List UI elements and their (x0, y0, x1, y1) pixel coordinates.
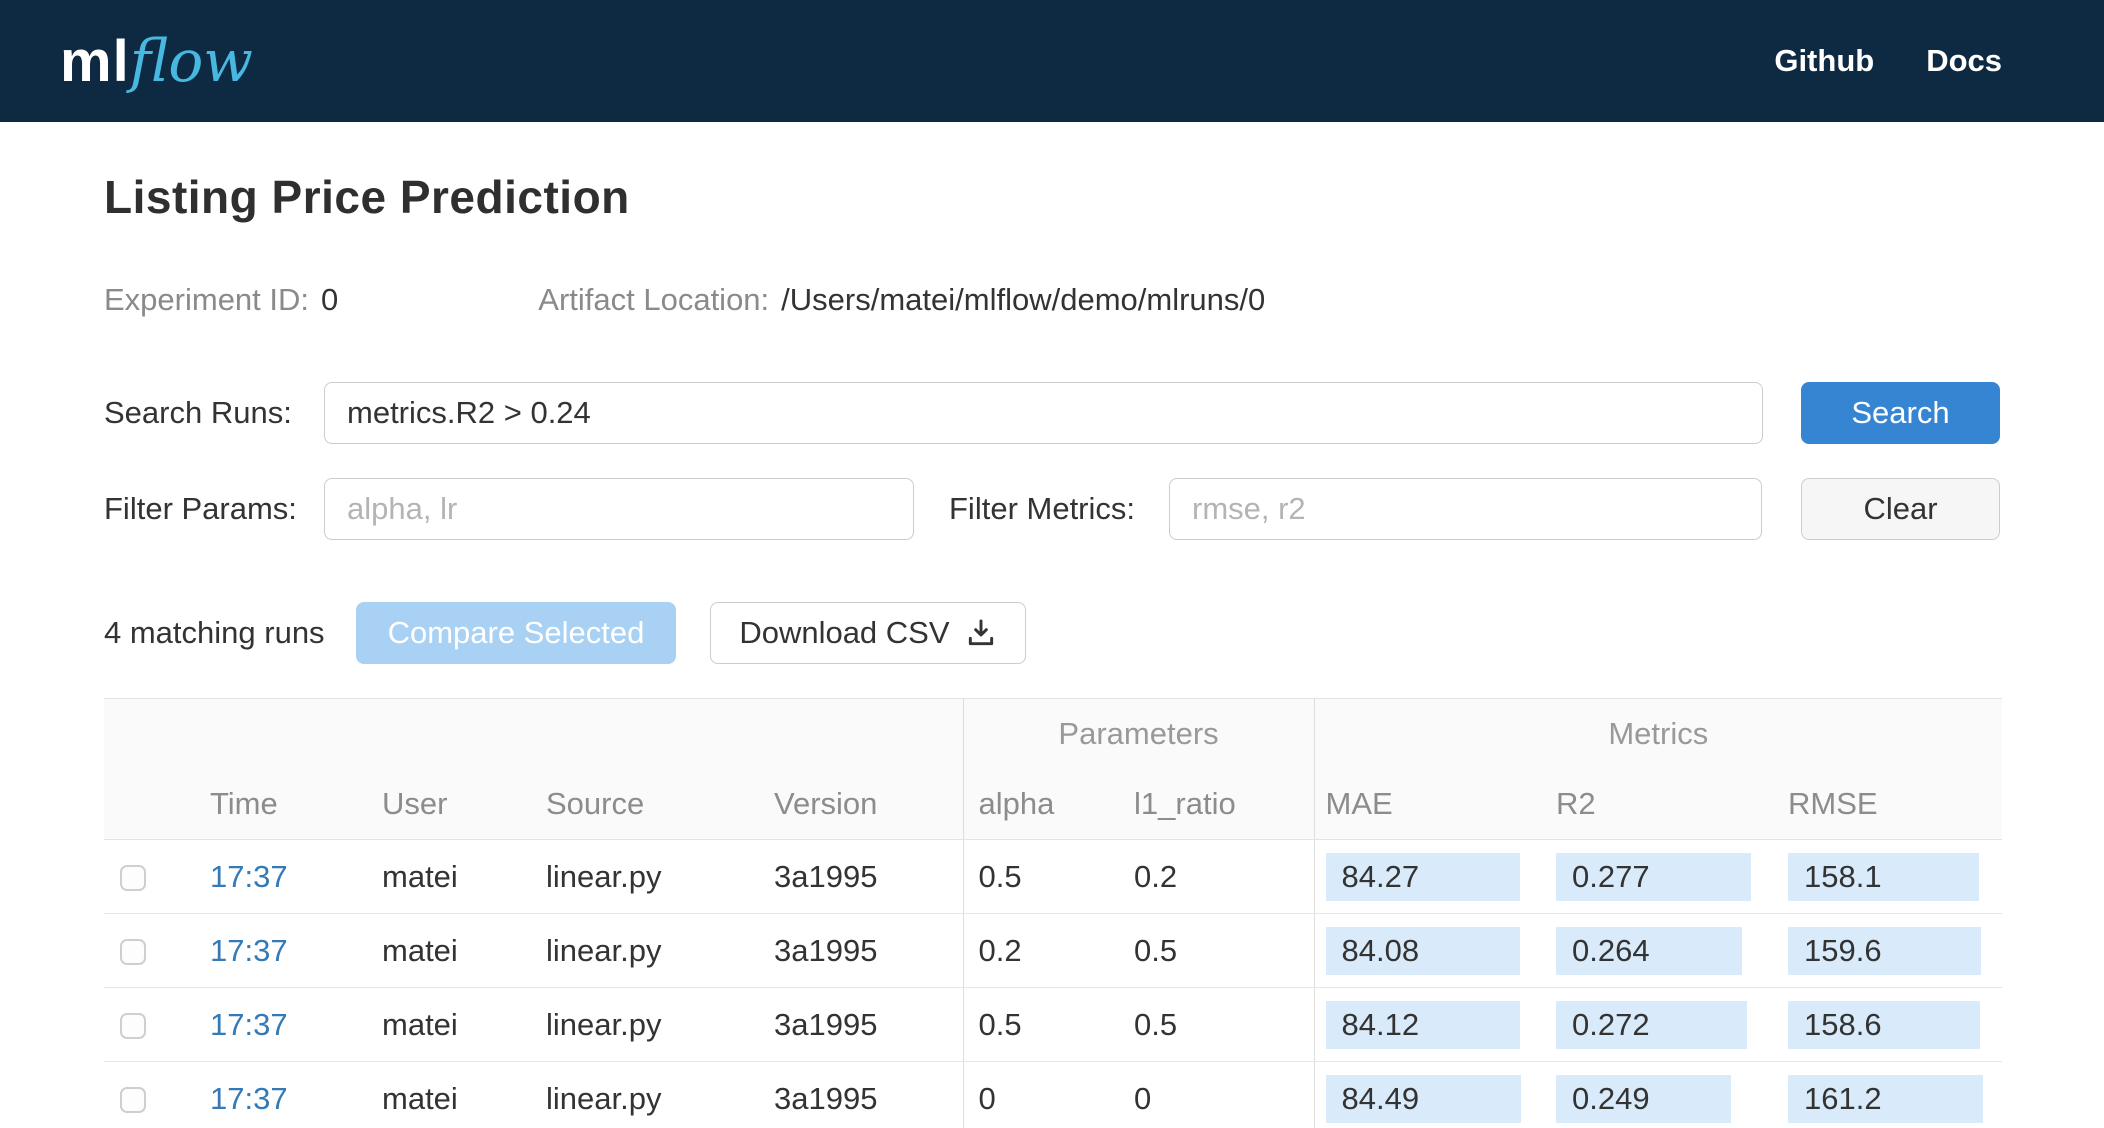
table-row: 17:37 matei linear.py 3a1995 0.5 0.2 84.… (104, 839, 2003, 914)
filter-row: Filter Params: Filter Metrics: Clear (104, 478, 2000, 540)
run-rmse: 159.6 (1788, 926, 1982, 975)
run-l1-ratio: 0.2 (1119, 839, 1315, 914)
header-nav: Github Docs (1774, 43, 2002, 79)
col-header-user: User (362, 769, 526, 840)
run-mae: 84.27 (1325, 852, 1520, 901)
col-header-source: Source (526, 769, 754, 840)
col-header-rmse: RMSE (1777, 769, 2003, 840)
compare-selected-button[interactable]: Compare Selected (355, 602, 677, 664)
logo-flow-text: flow (129, 26, 253, 95)
main-content: Listing Price Prediction Experiment ID: … (0, 170, 2104, 1128)
run-mae: 84.08 (1325, 926, 1520, 975)
run-rmse: 158.1 (1788, 852, 1980, 901)
run-version: 3a1995 (754, 913, 964, 988)
experiment-meta: Experiment ID: 0 Artifact Location: /Use… (104, 282, 2000, 318)
group-header-spacer (104, 698, 964, 770)
nav-github-link[interactable]: Github (1774, 43, 1874, 79)
run-alpha: 0.2 (962, 913, 1120, 988)
run-user: matei (362, 1061, 526, 1128)
nav-docs-link[interactable]: Docs (1926, 43, 2002, 79)
run-r2: 0.249 (1556, 1074, 1732, 1123)
run-checkbox[interactable] (120, 1013, 146, 1040)
clear-button[interactable]: Clear (1801, 478, 2000, 540)
run-mae: 84.49 (1325, 1074, 1521, 1123)
app-header: mlflow Github Docs (0, 0, 2104, 122)
logo-ml-text: ml (60, 28, 130, 94)
experiment-id-label: Experiment ID: (104, 282, 310, 317)
artifact-location-value: /Users/matei/mlflow/demo/mlruns/0 (781, 282, 1266, 317)
run-l1-ratio: 0.5 (1119, 987, 1315, 1062)
run-alpha: 0.5 (962, 987, 1120, 1062)
group-header-parameters: Parameters (962, 698, 1315, 770)
run-version: 3a1995 (754, 839, 964, 914)
search-runs-row: Search Runs: Search (104, 382, 2000, 444)
search-runs-input[interactable] (324, 382, 1763, 444)
col-header-l1-ratio: l1_ratio (1119, 769, 1315, 840)
table-row: 17:37 matei linear.py 3a1995 0 0 84.49 0… (104, 1061, 2003, 1128)
run-mae: 84.12 (1325, 1000, 1520, 1049)
download-csv-label: Download CSV (739, 615, 950, 650)
run-user: matei (362, 987, 526, 1062)
filter-metrics-input[interactable] (1169, 478, 1762, 540)
run-source: linear.py (526, 839, 754, 914)
run-source: linear.py (526, 913, 754, 988)
run-source: linear.py (526, 1061, 754, 1128)
group-header-metrics: Metrics (1313, 698, 2003, 770)
table-group-header-row: Parameters Metrics (104, 698, 2003, 770)
run-version: 3a1995 (754, 987, 964, 1062)
col-header-alpha: alpha (962, 769, 1120, 840)
col-header-r2: R2 (1545, 769, 1778, 840)
run-l1-ratio: 0 (1119, 1061, 1315, 1128)
table-row: 17:37 matei linear.py 3a1995 0.5 0.5 84.… (104, 987, 2003, 1062)
col-header-checkbox (104, 769, 190, 840)
page-title: Listing Price Prediction (104, 171, 630, 223)
run-time-link[interactable]: 17:37 (210, 1081, 288, 1116)
filter-metrics-label: Filter Metrics: (949, 491, 1135, 526)
run-time-link[interactable]: 17:37 (210, 1007, 288, 1042)
search-button[interactable]: Search (1801, 382, 2000, 444)
actions-row: 4 matching runs Compare Selected Downloa… (104, 602, 2000, 664)
download-csv-button[interactable]: Download CSV (710, 602, 1026, 664)
run-source: linear.py (526, 987, 754, 1062)
run-checkbox[interactable] (120, 939, 146, 966)
experiment-id-group: Experiment ID: 0 (104, 282, 338, 318)
run-checkbox[interactable] (120, 1087, 146, 1114)
run-rmse: 158.6 (1788, 1000, 1981, 1049)
run-user: matei (362, 913, 526, 988)
run-alpha: 0.5 (962, 839, 1120, 914)
run-time-link[interactable]: 17:37 (210, 933, 288, 968)
table-column-header-row: Time User Source Version alpha l1_ratio … (104, 769, 2003, 840)
run-checkbox[interactable] (120, 865, 146, 892)
col-header-version: Version (754, 769, 964, 840)
experiment-id-value: 0 (321, 282, 339, 317)
col-header-time: Time (190, 769, 362, 840)
download-icon (965, 617, 997, 649)
run-time-link[interactable]: 17:37 (210, 859, 288, 894)
run-alpha: 0 (962, 1061, 1120, 1128)
matching-runs-count: 4 matching runs (104, 615, 325, 650)
run-r2: 0.264 (1556, 926, 1743, 975)
run-user: matei (362, 839, 526, 914)
col-header-mae: MAE (1313, 769, 1546, 840)
artifact-location-group: Artifact Location: /Users/matei/mlflow/d… (538, 282, 1265, 318)
search-filter-section: Search Runs: Search Filter Params: Filte… (104, 382, 2000, 540)
run-l1-ratio: 0.5 (1119, 913, 1315, 988)
artifact-location-label: Artifact Location: (538, 282, 770, 317)
run-r2: 0.277 (1556, 852, 1752, 901)
run-r2: 0.272 (1556, 1000, 1748, 1049)
run-version: 3a1995 (754, 1061, 964, 1128)
filter-params-input[interactable] (324, 478, 914, 540)
table-row: 17:37 matei linear.py 3a1995 0.2 0.5 84.… (104, 913, 2003, 988)
search-runs-label: Search Runs: (104, 395, 292, 430)
filter-params-label: Filter Params: (104, 491, 297, 526)
run-rmse: 161.2 (1788, 1074, 1984, 1123)
mlflow-logo[interactable]: mlflow (60, 32, 253, 91)
runs-table: Parameters Metrics Time User Source Vers… (104, 698, 2003, 1128)
